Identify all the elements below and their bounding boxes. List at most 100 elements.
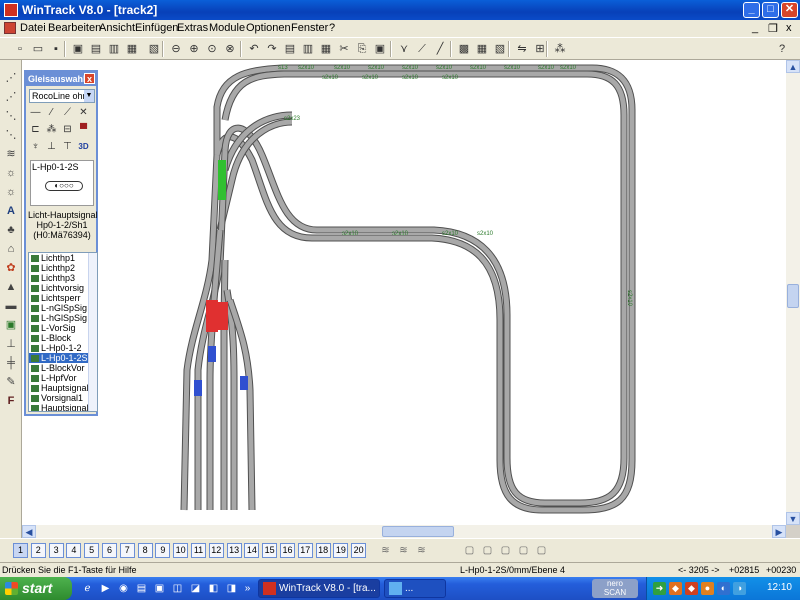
page-button-8[interactable]: 8: [137, 543, 153, 558]
tray-icon-5[interactable]: ◐: [717, 582, 730, 595]
page-button-6[interactable]: 6: [102, 543, 117, 558]
house-icon[interactable]: ⌂: [3, 241, 19, 257]
signal-list-item[interactable]: Lichthp3: [29, 273, 97, 283]
signal-blue-2[interactable]: [194, 380, 202, 396]
signal-list-item[interactable]: Vorsignal1: [29, 393, 97, 403]
horizontal-scroll-thumb[interactable]: [382, 526, 454, 537]
mdi-restore-button[interactable]: ❐: [768, 22, 778, 35]
quicklaunch-icon-6[interactable]: ◫: [170, 581, 185, 596]
palette-title-bar[interactable]: Gleisauswahl x: [26, 72, 96, 86]
align-icon[interactable]: ▥: [300, 41, 316, 57]
page-button-13[interactable]: 13: [226, 543, 242, 558]
menu-bearbeiten[interactable]: Bearbeiten: [48, 22, 101, 34]
stamp-icon[interactable]: ⊤: [61, 140, 74, 153]
measure-icon[interactable]: ╪: [3, 355, 19, 371]
tray-icon-2[interactable]: ◆: [669, 582, 682, 595]
start-button[interactable]: start: [0, 577, 72, 600]
track-tool5-icon[interactable]: ≋: [3, 146, 19, 162]
open-icon[interactable]: ▭: [30, 41, 46, 57]
signal-blue-3[interactable]: [240, 376, 248, 390]
text-tool-icon[interactable]: A: [3, 203, 19, 219]
flip-icon[interactable]: ⇋: [514, 41, 530, 57]
font-icon[interactable]: F: [3, 393, 19, 409]
page-button-12[interactable]: 12: [208, 543, 224, 558]
sun2-icon[interactable]: ☼: [3, 184, 19, 200]
menu-fenster[interactable]: Fenster: [291, 22, 328, 34]
track-tool4-icon[interactable]: ⋱: [3, 127, 19, 143]
quicklaunch-icon-9[interactable]: ◨: [224, 581, 239, 596]
quicklaunch-icon-8[interactable]: ◧: [206, 581, 221, 596]
vertical-scroll-thumb[interactable]: [787, 284, 799, 308]
menu-datei[interactable]: Datei: [20, 22, 46, 34]
signal-list-item[interactable]: Lichthp2: [29, 263, 97, 273]
signal-list-item[interactable]: L-BlockVor: [29, 363, 97, 373]
new-icon[interactable]: ▫: [12, 41, 28, 57]
object-icon[interactable]: ✿: [3, 260, 19, 276]
page-button-18[interactable]: 18: [315, 543, 331, 558]
landscape-icon[interactable]: ▧: [146, 41, 162, 57]
signal-list-item[interactable]: L-hGlSpSig: [29, 313, 97, 323]
folder-icon[interactable]: ▣: [152, 581, 167, 596]
line-icon[interactable]: ╱: [432, 41, 448, 57]
terrain-icon[interactable]: ▬: [3, 298, 19, 314]
ruler-icon[interactable]: ⊥: [3, 336, 19, 352]
signal-list-scrollbar[interactable]: [88, 253, 97, 411]
menu-extras[interactable]: Extras: [177, 22, 208, 34]
tray-arrow-icon[interactable]: ➜: [653, 582, 666, 595]
manufacturer-select[interactable]: RocoLine ohne ▼: [29, 89, 95, 103]
nero-scan-button[interactable]: nero SCAN: [592, 579, 638, 598]
maximize-button[interactable]: □: [762, 2, 779, 18]
catenary-icon[interactable]: ♆: [29, 140, 42, 153]
layers-icon[interactable]: ≋: [378, 543, 393, 558]
task-2[interactable]: ...: [384, 579, 446, 598]
print-icon[interactable]: ▤: [88, 41, 104, 57]
vertical-scrollbar[interactable]: ▲ ▼: [786, 60, 800, 525]
building-icon[interactable]: ▀: [77, 123, 90, 136]
signal-list-item[interactable]: Lichtvorsig: [29, 283, 97, 293]
signal-icon[interactable]: ⁂: [552, 41, 568, 57]
layers2-icon[interactable]: ≋: [396, 543, 411, 558]
signal-list-item[interactable]: L-VorSig: [29, 323, 97, 333]
page-button-3[interactable]: 3: [48, 543, 64, 558]
chevron-down-icon[interactable]: ▼: [84, 90, 94, 102]
signal-blue-1[interactable]: [208, 346, 216, 362]
turntable-icon[interactable]: ⊟: [61, 123, 74, 136]
firefox-icon[interactable]: ◉: [116, 581, 131, 596]
close-button[interactable]: ✕: [781, 2, 798, 18]
page-button-4[interactable]: 4: [66, 543, 82, 558]
mdi-close-button[interactable]: x: [786, 22, 792, 34]
signal-list-item[interactable]: L-HpfVor: [29, 373, 97, 383]
explorer-icon[interactable]: ▤: [134, 581, 149, 596]
signal-list[interactable]: Lichthp1 Lichthp2 Lichthp3 Lichtvorsig Licht…: [28, 252, 98, 412]
sun-icon[interactable]: ☼: [3, 165, 19, 181]
quicklaunch-icon-7[interactable]: ◪: [188, 581, 203, 596]
track-tool-icon[interactable]: ⋰: [3, 70, 19, 86]
signal-list-item[interactable]: Hauptsignal1: [29, 383, 97, 393]
page-button-16[interactable]: 16: [280, 543, 295, 558]
quicklaunch-chevron-icon[interactable]: »: [240, 581, 255, 596]
grid-icon[interactable]: ▦: [318, 41, 334, 57]
split-icon[interactable]: ⋎: [396, 41, 412, 57]
page-view-icon-3[interactable]: ▢: [498, 543, 513, 558]
tray-icon-4[interactable]: ●: [701, 582, 714, 595]
track-tool2-icon[interactable]: ⋰: [3, 89, 19, 105]
signal-list-item[interactable]: L-Block: [29, 333, 97, 343]
page-button-10[interactable]: 10: [173, 543, 189, 558]
minimize-button[interactable]: _: [743, 2, 760, 18]
pencil-icon[interactable]: ✎: [3, 374, 19, 390]
scroll-left-icon[interactable]: ◀: [22, 525, 36, 538]
signal-list-item[interactable]: L-Hp0-1-2: [29, 343, 97, 353]
signal-list-item[interactable]: Hauptsignal: [29, 403, 97, 411]
switch-red-1[interactable]: [206, 300, 218, 332]
tray-icon-3[interactable]: ◆: [685, 582, 698, 595]
document-icon[interactable]: [4, 22, 16, 34]
landscape-tool-icon[interactable]: ▲: [3, 279, 19, 295]
undo-icon[interactable]: ↶: [246, 41, 262, 57]
palette-close-button[interactable]: x: [84, 73, 95, 84]
media-player-icon[interactable]: ▶: [98, 581, 113, 596]
signal-list-item[interactable]: L-nGlSpSig: [29, 303, 97, 313]
track-outer-loop[interactable]: [213, 64, 636, 514]
app-icon[interactable]: [4, 3, 18, 17]
print-preview-icon[interactable]: ▣: [70, 41, 86, 57]
page-view-icon-5[interactable]: ▢: [534, 543, 549, 558]
